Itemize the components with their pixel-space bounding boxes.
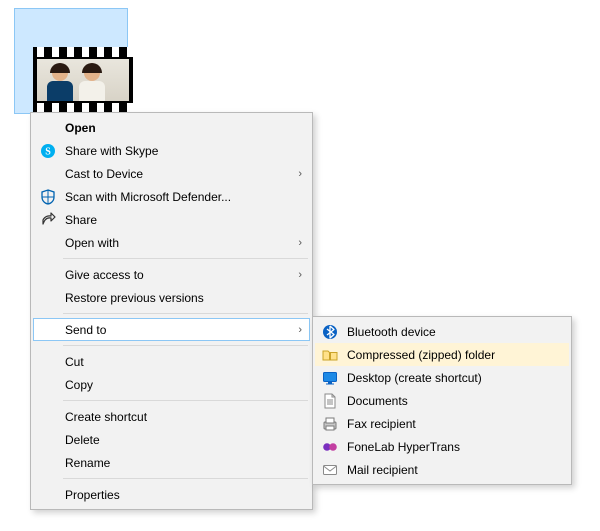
blank-icon: [37, 119, 59, 137]
send-to-submenu: Bluetooth device Compressed (zipped) fol…: [312, 316, 572, 485]
menu-item-label: Open with: [59, 236, 290, 250]
menu-item-label: Cast to Device: [59, 167, 290, 181]
menu-separator: [63, 258, 308, 259]
video-filmstrip-icon: [33, 47, 133, 113]
menu-item-label: Copy: [59, 378, 302, 392]
menu-item-send-to[interactable]: Send to ›: [33, 318, 310, 341]
menu-item-share[interactable]: Share: [33, 208, 310, 231]
menu-item-label: Mail recipient: [341, 463, 561, 477]
menu-separator: [63, 400, 308, 401]
menu-separator: [63, 313, 308, 314]
menu-item-label: Properties: [59, 488, 302, 502]
menu-item-label: FoneLab HyperTrans: [341, 440, 561, 454]
shield-icon: [37, 188, 59, 206]
menu-item-label: Delete: [59, 433, 302, 447]
blank-icon: [37, 408, 59, 426]
skype-icon: S: [37, 142, 59, 160]
menu-item-label: Cut: [59, 355, 302, 369]
menu-item-label: Share with Skype: [59, 144, 302, 158]
hypertrans-icon: [319, 438, 341, 456]
menu-item-rename[interactable]: Rename: [33, 451, 310, 474]
menu-item-defender[interactable]: Scan with Microsoft Defender...: [33, 185, 310, 208]
zip-folder-icon: [319, 346, 341, 364]
blank-icon: [37, 431, 59, 449]
submenu-item-mail[interactable]: Mail recipient: [315, 458, 569, 481]
menu-item-open[interactable]: Open: [33, 116, 310, 139]
blank-icon: [37, 234, 59, 252]
menu-item-label: Rename: [59, 456, 302, 470]
submenu-item-desktop[interactable]: Desktop (create shortcut): [315, 366, 569, 389]
menu-item-label: Bluetooth device: [341, 325, 561, 339]
blank-icon: [37, 353, 59, 371]
menu-item-label: Restore previous versions: [59, 291, 302, 305]
selected-file-thumbnail[interactable]: [14, 8, 128, 114]
bluetooth-icon: [319, 323, 341, 341]
menu-item-label: Documents: [341, 394, 561, 408]
share-icon: [37, 211, 59, 229]
menu-item-copy[interactable]: Copy: [33, 373, 310, 396]
menu-separator: [63, 345, 308, 346]
menu-item-delete[interactable]: Delete: [33, 428, 310, 451]
chevron-right-icon: ›: [290, 324, 302, 336]
mail-icon: [319, 461, 341, 479]
blank-icon: [37, 321, 59, 339]
menu-item-label: Create shortcut: [59, 410, 302, 424]
menu-item-label: Open: [59, 121, 302, 135]
menu-item-cast[interactable]: Cast to Device ›: [33, 162, 310, 185]
desktop-icon: [319, 369, 341, 387]
menu-item-label: Send to: [59, 323, 290, 337]
menu-item-restore-versions[interactable]: Restore previous versions: [33, 286, 310, 309]
menu-item-label: Fax recipient: [341, 417, 561, 431]
menu-item-create-shortcut[interactable]: Create shortcut: [33, 405, 310, 428]
document-icon: [319, 392, 341, 410]
blank-icon: [37, 486, 59, 504]
submenu-item-fax[interactable]: Fax recipient: [315, 412, 569, 435]
menu-item-label: Compressed (zipped) folder: [341, 348, 561, 362]
submenu-item-zip[interactable]: Compressed (zipped) folder: [315, 343, 569, 366]
menu-item-open-with[interactable]: Open with ›: [33, 231, 310, 254]
submenu-item-bluetooth[interactable]: Bluetooth device: [315, 320, 569, 343]
svg-text:S: S: [45, 146, 51, 157]
menu-item-give-access[interactable]: Give access to ›: [33, 263, 310, 286]
blank-icon: [37, 165, 59, 183]
fax-icon: [319, 415, 341, 433]
context-menu: Open S Share with Skype Cast to Device ›…: [30, 112, 313, 510]
menu-item-properties[interactable]: Properties: [33, 483, 310, 506]
menu-item-label: Give access to: [59, 268, 290, 282]
menu-item-label: Scan with Microsoft Defender...: [59, 190, 302, 204]
menu-item-share-skype[interactable]: S Share with Skype: [33, 139, 310, 162]
chevron-right-icon: ›: [290, 168, 302, 180]
blank-icon: [37, 454, 59, 472]
chevron-right-icon: ›: [290, 269, 302, 281]
blank-icon: [37, 376, 59, 394]
chevron-right-icon: ›: [290, 237, 302, 249]
menu-item-label: Desktop (create shortcut): [341, 371, 561, 385]
menu-separator: [63, 478, 308, 479]
menu-item-label: Share: [59, 213, 302, 227]
blank-icon: [37, 289, 59, 307]
menu-item-cut[interactable]: Cut: [33, 350, 310, 373]
submenu-item-hypertrans[interactable]: FoneLab HyperTrans: [315, 435, 569, 458]
submenu-item-documents[interactable]: Documents: [315, 389, 569, 412]
blank-icon: [37, 266, 59, 284]
